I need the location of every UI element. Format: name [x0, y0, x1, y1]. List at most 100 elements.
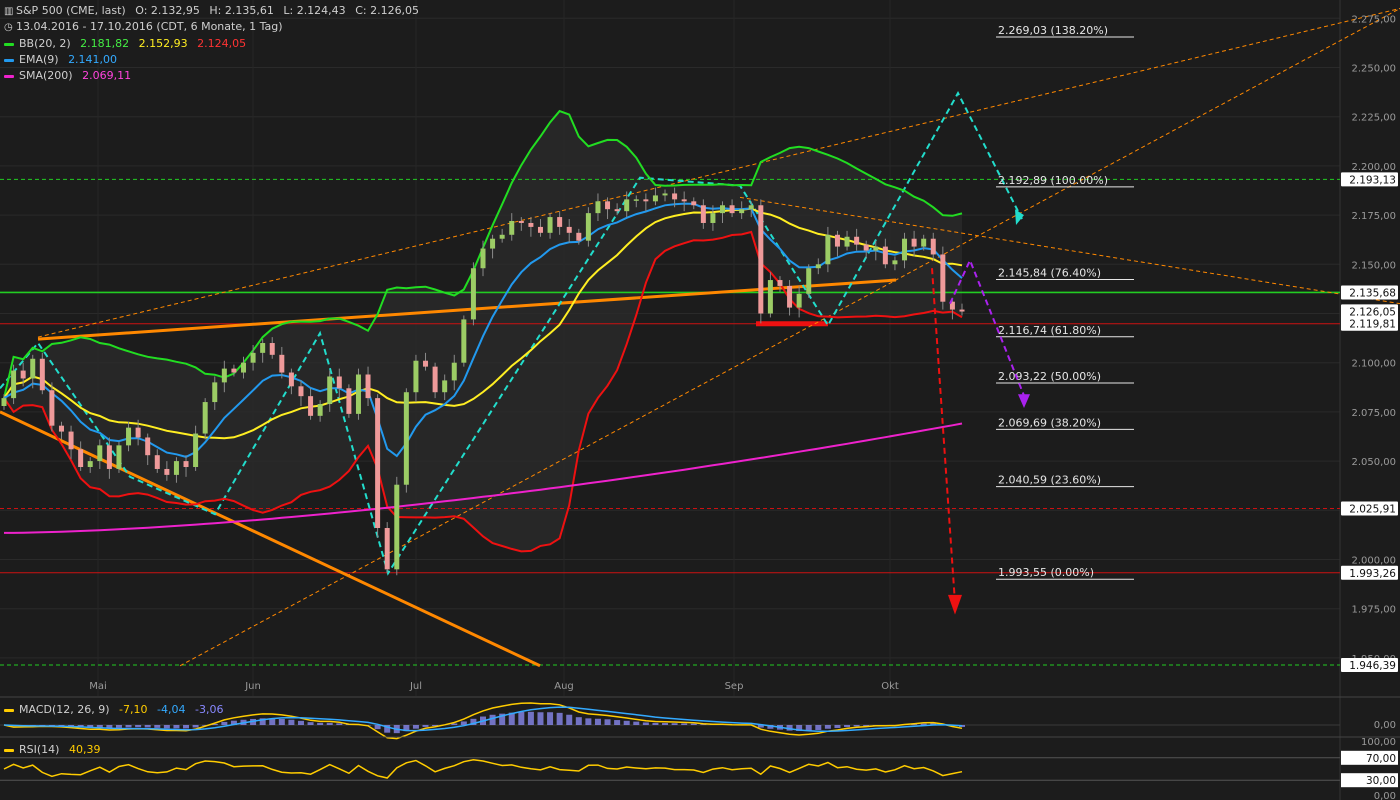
instrument-name: S&P 500 (CME, last) — [16, 4, 126, 17]
candle-down — [365, 374, 371, 399]
bb-upper-value: 2.181,82 — [80, 37, 130, 50]
rsi-tick-label: 0,00 — [1374, 791, 1396, 800]
sma-value: 2.069,11 — [82, 69, 132, 82]
candle-down — [279, 354, 285, 373]
macd-hist-bar — [489, 714, 496, 725]
chart-canvas[interactable]: 2.269,03 (138.20%) 2.192,89 (100.00%) 2.14… — [0, 0, 1400, 800]
candle-down — [643, 199, 649, 202]
macd-hist-bar — [135, 725, 142, 728]
candle-down — [106, 445, 112, 469]
candle-down — [231, 368, 237, 373]
candle-up — [126, 427, 132, 446]
rsi-swatch — [4, 748, 14, 752]
macd-hist-bar — [815, 725, 822, 730]
month-label: Mai — [89, 681, 107, 692]
candle-up — [260, 343, 266, 353]
fib-label: 2.093,22 (50.00%) — [998, 370, 1101, 383]
price-tag-label: 2.119,81 — [1349, 319, 1396, 331]
macd-hist-bar — [614, 720, 621, 725]
channel-upper — [37, 7, 1400, 338]
macd-hist-bar — [422, 725, 429, 727]
candle-up — [490, 238, 496, 249]
candle-up — [87, 461, 93, 468]
macd-hist-bar — [575, 717, 582, 725]
candle-down — [336, 376, 342, 389]
macd-hist-bar — [805, 725, 812, 731]
candle-down — [288, 372, 294, 387]
candle-up — [212, 382, 218, 403]
price-tick-label: 2.275,00 — [1351, 14, 1396, 25]
legend-sma[interactable]: SMA(200) 2.069,11 — [4, 68, 131, 83]
candle-down — [164, 468, 170, 475]
candle-up — [624, 199, 630, 212]
candle-down — [518, 221, 524, 223]
purple-arrow-head — [1018, 394, 1030, 408]
fib-label: 2.116,74 (61.80%) — [998, 324, 1101, 337]
candle-down — [78, 449, 84, 468]
candle-up — [470, 268, 476, 320]
macd-hist-bar — [853, 725, 860, 727]
candle-down — [154, 455, 160, 469]
candle-up — [394, 484, 400, 570]
candle-up — [662, 193, 668, 196]
macd-hist-bar — [163, 725, 170, 729]
ema-value: 2.141,00 — [68, 53, 118, 66]
high-value: H: 2.135,61 — [209, 4, 274, 17]
candle-down — [145, 437, 151, 456]
candle-up — [30, 358, 36, 379]
candle-up — [116, 445, 122, 469]
macd-hist-bar — [642, 722, 649, 725]
fib-label: 2.269,03 (138.20%) — [998, 24, 1108, 37]
price-tick-label: 2.075,00 — [1351, 408, 1396, 419]
price-tick-label: 2.150,00 — [1351, 260, 1396, 271]
trend-lines — [0, 7, 1400, 668]
candle-up — [547, 217, 553, 233]
bb-lower-value: 2.124,05 — [197, 37, 247, 50]
candle-down — [58, 425, 64, 432]
macd-hist-bar — [844, 725, 851, 728]
fib-label: 1.993,55 (0.00%) — [998, 566, 1094, 579]
macd-hist-bar — [297, 720, 304, 725]
macd-hist-bar — [154, 725, 161, 728]
candle-down — [20, 370, 26, 379]
candle-up — [739, 209, 745, 214]
rsi-label: RSI(14) — [19, 743, 60, 756]
legend-rsi[interactable]: RSI(14) 40,39 — [4, 742, 100, 757]
legend-ema[interactable]: EMA(9) 2.141,00 — [4, 52, 117, 67]
legend-macd[interactable]: MACD(12, 26, 9) -7,10 -4,04 -3,06 — [4, 702, 223, 717]
fib-label: 2.040,59 (23.60%) — [998, 474, 1101, 487]
fib-label: 2.145,84 (76.40%) — [998, 266, 1101, 279]
macd-hist-bar — [633, 721, 640, 725]
candle-down — [691, 201, 697, 206]
chart-type-icon: ▥ — [4, 6, 14, 17]
month-label: Sep — [725, 681, 744, 692]
candle-up — [327, 376, 333, 405]
macd-signal-value: -4,04 — [157, 703, 186, 716]
header-line: ▥ S&P 500 (CME, last) O: 2.132,95 H: 2.13… — [4, 3, 419, 19]
candle-up — [173, 461, 179, 475]
ema-label: EMA(9) — [19, 53, 59, 66]
candle-up — [317, 404, 323, 416]
macd-hist-bar — [221, 721, 228, 725]
red-arrow-shaft — [931, 268, 956, 603]
price-tick-label: 2.225,00 — [1351, 113, 1396, 124]
macd-hist-value: -3,06 — [194, 703, 224, 716]
candle-up — [461, 319, 467, 363]
fib-levels: 2.269,03 (138.20%) 2.192,89 (100.00%) 2.14… — [996, 24, 1134, 580]
price-tick-label: 2.250,00 — [1351, 64, 1396, 75]
price-tag-label: 2.126,05 — [1349, 306, 1396, 318]
macd-hist-bar — [556, 712, 563, 725]
candle-down — [834, 234, 840, 247]
legend-bb[interactable]: BB(20, 2) 2.181,82 2.152,93 2.124,05 — [4, 36, 246, 51]
price-tag-label: 2.135,68 — [1349, 287, 1396, 299]
rsi-panel: 100,00 70,00 30,00 0,00 — [0, 736, 1400, 800]
candle-up — [499, 234, 505, 239]
macd-hist-bar — [604, 719, 611, 725]
candle-down — [959, 309, 965, 312]
macd-hist-bar — [527, 711, 534, 725]
macd-hist-bar — [144, 725, 151, 728]
candle-up — [451, 362, 457, 381]
candle-down — [911, 238, 917, 247]
macd-hist-bar — [125, 725, 132, 728]
macd-hist-bar — [288, 719, 295, 725]
